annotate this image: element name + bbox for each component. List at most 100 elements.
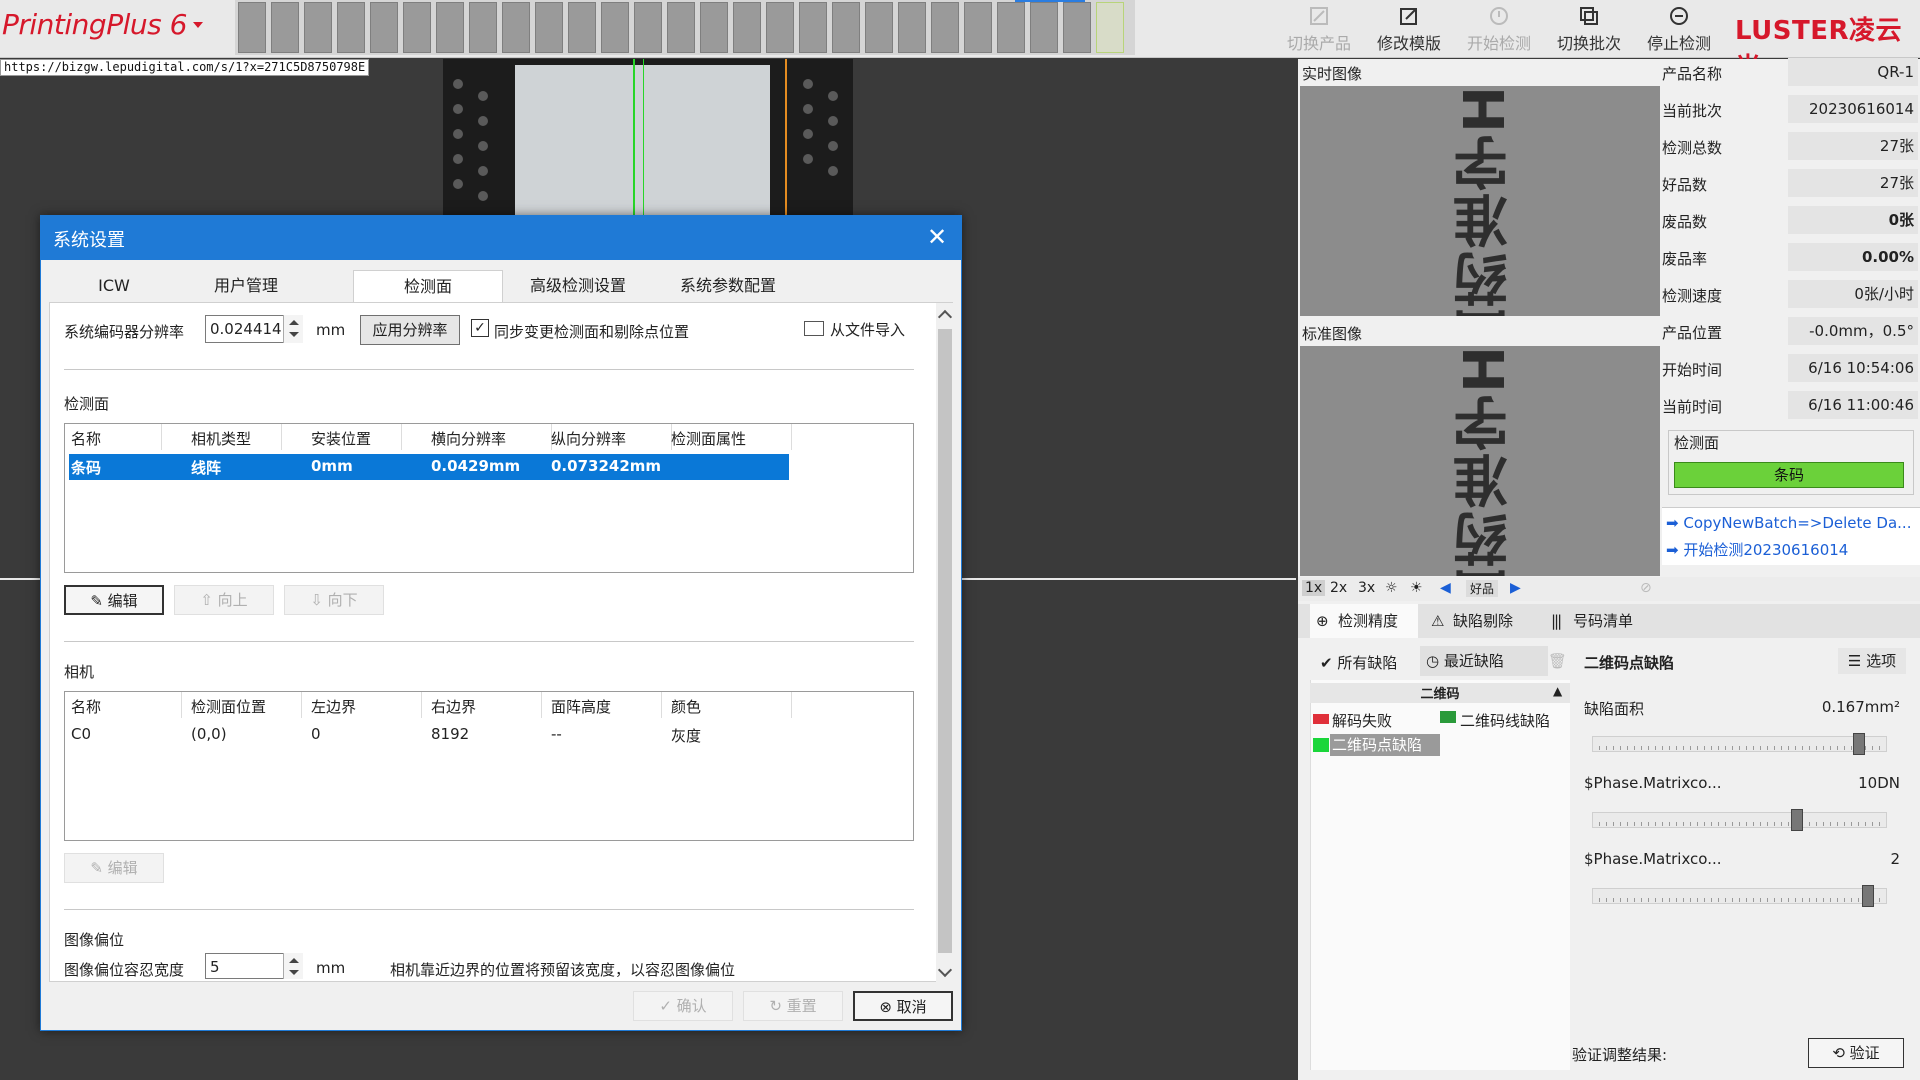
options-button[interactable]: ☰ 选项 xyxy=(1838,648,1906,674)
dialog-titlebar[interactable]: 系统设置 ✕ xyxy=(41,216,961,260)
app-title[interactable]: PrintingPlus 6 xyxy=(2,8,187,41)
tab-defect-reject[interactable]: ⚠ 缺陷剔除 xyxy=(1425,604,1535,638)
cancel-button[interactable]: ⊗ 取消 xyxy=(853,991,953,1021)
reset-button[interactable]: ↻ 重置 xyxy=(743,991,843,1021)
stop-detect-button[interactable]: 停止检测 xyxy=(1635,4,1723,54)
col-cam-color[interactable]: 颜色 xyxy=(671,696,701,717)
col-cam-right[interactable]: 右边界 xyxy=(431,696,476,717)
col-install-position[interactable]: 安装位置 xyxy=(311,428,371,449)
brightness-down-icon[interactable]: ☼ xyxy=(1385,580,1398,596)
thumbnail[interactable] xyxy=(568,2,596,53)
thumbnail[interactable] xyxy=(832,2,860,53)
col-h-resolution[interactable]: 横向分辨率 xyxy=(431,428,506,449)
thumbnail[interactable] xyxy=(1063,2,1091,53)
thumbnail[interactable] xyxy=(469,2,497,53)
thumbnail[interactable] xyxy=(304,2,332,53)
col-cam-area-height[interactable]: 面阵高度 xyxy=(551,696,611,717)
start-detect-button[interactable]: 开始检测 xyxy=(1455,4,1543,54)
thumbnail[interactable] xyxy=(766,2,794,53)
tab-code-list[interactable]: ||| 号码清单 xyxy=(1545,604,1655,638)
disable-icon[interactable]: ⊘ xyxy=(1640,580,1652,596)
thumbnail[interactable] xyxy=(799,2,827,53)
thumbnail[interactable] xyxy=(634,2,662,53)
param-slider-area[interactable] xyxy=(1592,733,1887,755)
recent-defects-button[interactable]: ◷ 最近缺陷 xyxy=(1420,646,1548,676)
thumbnail[interactable] xyxy=(1096,2,1124,53)
thumbnail[interactable] xyxy=(865,2,893,53)
col-surface-attr[interactable]: 检测面属性 xyxy=(671,428,746,449)
log-entry[interactable]: ➡ 开始检测20230616014 xyxy=(1666,539,1848,560)
col-v-resolution[interactable]: 纵向分辨率 xyxy=(551,428,626,449)
close-icon[interactable]: ✕ xyxy=(923,224,951,252)
slider-knob[interactable] xyxy=(1853,733,1866,755)
tab-advanced-detect[interactable]: 高级检测设置 xyxy=(503,270,653,302)
col-name[interactable]: 名称 xyxy=(71,428,101,449)
table-row[interactable]: C0 (0,0) 0 8192 -- 灰度 xyxy=(69,722,789,748)
thumbnail[interactable] xyxy=(898,2,926,53)
reject-line-orange[interactable] xyxy=(785,59,787,217)
slider-knob[interactable] xyxy=(1791,809,1804,831)
col-cam-name[interactable]: 名称 xyxy=(71,696,101,717)
trash-icon[interactable]: 🗑 xyxy=(1548,652,1567,670)
scroll-down-icon[interactable] xyxy=(937,962,953,978)
thumbnail[interactable] xyxy=(271,2,299,53)
thumbnail[interactable] xyxy=(403,2,431,53)
col-camera-type[interactable]: 相机类型 xyxy=(191,428,251,449)
detect-line-green[interactable] xyxy=(633,59,635,217)
param-slider-phase-2[interactable] xyxy=(1592,885,1887,907)
thumbnail-strip[interactable] xyxy=(235,0,1135,55)
thumbnail[interactable] xyxy=(700,2,728,53)
dialog-scrollbar[interactable] xyxy=(936,303,954,983)
defect-qr-line[interactable]: 二维码线缺陷 xyxy=(1460,710,1550,731)
table-row[interactable]: 条码 线阵 0mm 0.0429mm 0.073242mm xyxy=(69,454,789,480)
next-image-icon[interactable]: ▶ xyxy=(1510,580,1521,596)
edit-surface-button[interactable]: ✎ 编辑 xyxy=(64,585,164,615)
thumbnail[interactable] xyxy=(502,2,530,53)
zoom-1x-button[interactable]: 1x xyxy=(1302,580,1326,596)
tab-detect-precision[interactable]: ⊕ 检测精度 xyxy=(1310,604,1418,638)
thumbnail[interactable] xyxy=(1030,2,1058,53)
thumbnail[interactable] xyxy=(337,2,365,53)
panel-scrollbar[interactable] xyxy=(1277,582,1295,1080)
defect-list-header[interactable]: 二维码 xyxy=(1310,683,1570,703)
all-defects-button[interactable]: ✔ 所有缺陷 xyxy=(1320,652,1397,673)
thumbnail[interactable] xyxy=(997,2,1025,53)
tab-icw[interactable]: ICW xyxy=(49,270,179,302)
detect-surface-status[interactable]: 条码 xyxy=(1674,462,1904,488)
slider-knob[interactable] xyxy=(1861,885,1874,907)
col-cam-surface-pos[interactable]: 检测面位置 xyxy=(191,696,266,717)
tab-system-params[interactable]: 系统参数配置 xyxy=(653,270,803,302)
thumbnail[interactable] xyxy=(370,2,398,53)
thumbnail[interactable] xyxy=(733,2,761,53)
zoom-3x-button[interactable]: 3x xyxy=(1358,580,1375,596)
encoder-spinner[interactable] xyxy=(283,315,303,343)
folder-icon[interactable] xyxy=(804,321,824,336)
param-slider-phase-1[interactable] xyxy=(1592,809,1887,831)
defect-decode-fail[interactable]: 解码失败 xyxy=(1332,710,1392,731)
move-up-button[interactable]: ⇧ 向上 xyxy=(174,585,274,615)
thumbnail[interactable] xyxy=(535,2,563,53)
tab-user-management[interactable]: 用户管理 xyxy=(181,270,311,302)
move-down-button[interactable]: ⇩ 向下 xyxy=(284,585,384,615)
live-image[interactable]: 国药准字H xyxy=(1300,86,1660,316)
edit-template-button[interactable]: 修改模版 xyxy=(1365,4,1453,54)
thumbnail[interactable] xyxy=(667,2,695,53)
prev-image-icon[interactable]: ◀ xyxy=(1440,580,1451,596)
scrollbar-thumb[interactable] xyxy=(938,329,952,953)
thumbnail[interactable] xyxy=(436,2,464,53)
verify-button[interactable]: ⟲ 验证 xyxy=(1808,1038,1904,1068)
defect-qr-point[interactable]: 二维码点缺陷 xyxy=(1330,734,1440,756)
apply-resolution-button[interactable]: 应用分辨率 xyxy=(360,315,460,345)
import-from-file-button[interactable]: 从文件导入 xyxy=(830,319,905,340)
log-entry[interactable]: ➡ CopyNewBatch=>Delete Da... xyxy=(1666,514,1911,532)
switch-product-button[interactable]: 切换产品 xyxy=(1275,4,1363,54)
standard-image[interactable]: 国药准字H xyxy=(1300,346,1660,576)
collapse-icon[interactable]: ▲ xyxy=(1553,684,1562,698)
col-cam-left[interactable]: 左边界 xyxy=(311,696,356,717)
confirm-button[interactable]: ✓ 确认 xyxy=(633,991,733,1021)
thumbnail[interactable] xyxy=(601,2,629,53)
tab-detect-surface[interactable]: 检测面 xyxy=(353,270,503,302)
edit-camera-button[interactable]: ✎ 编辑 xyxy=(64,853,164,883)
thumbnail[interactable] xyxy=(931,2,959,53)
good-filter[interactable]: 好品 xyxy=(1466,580,1499,597)
